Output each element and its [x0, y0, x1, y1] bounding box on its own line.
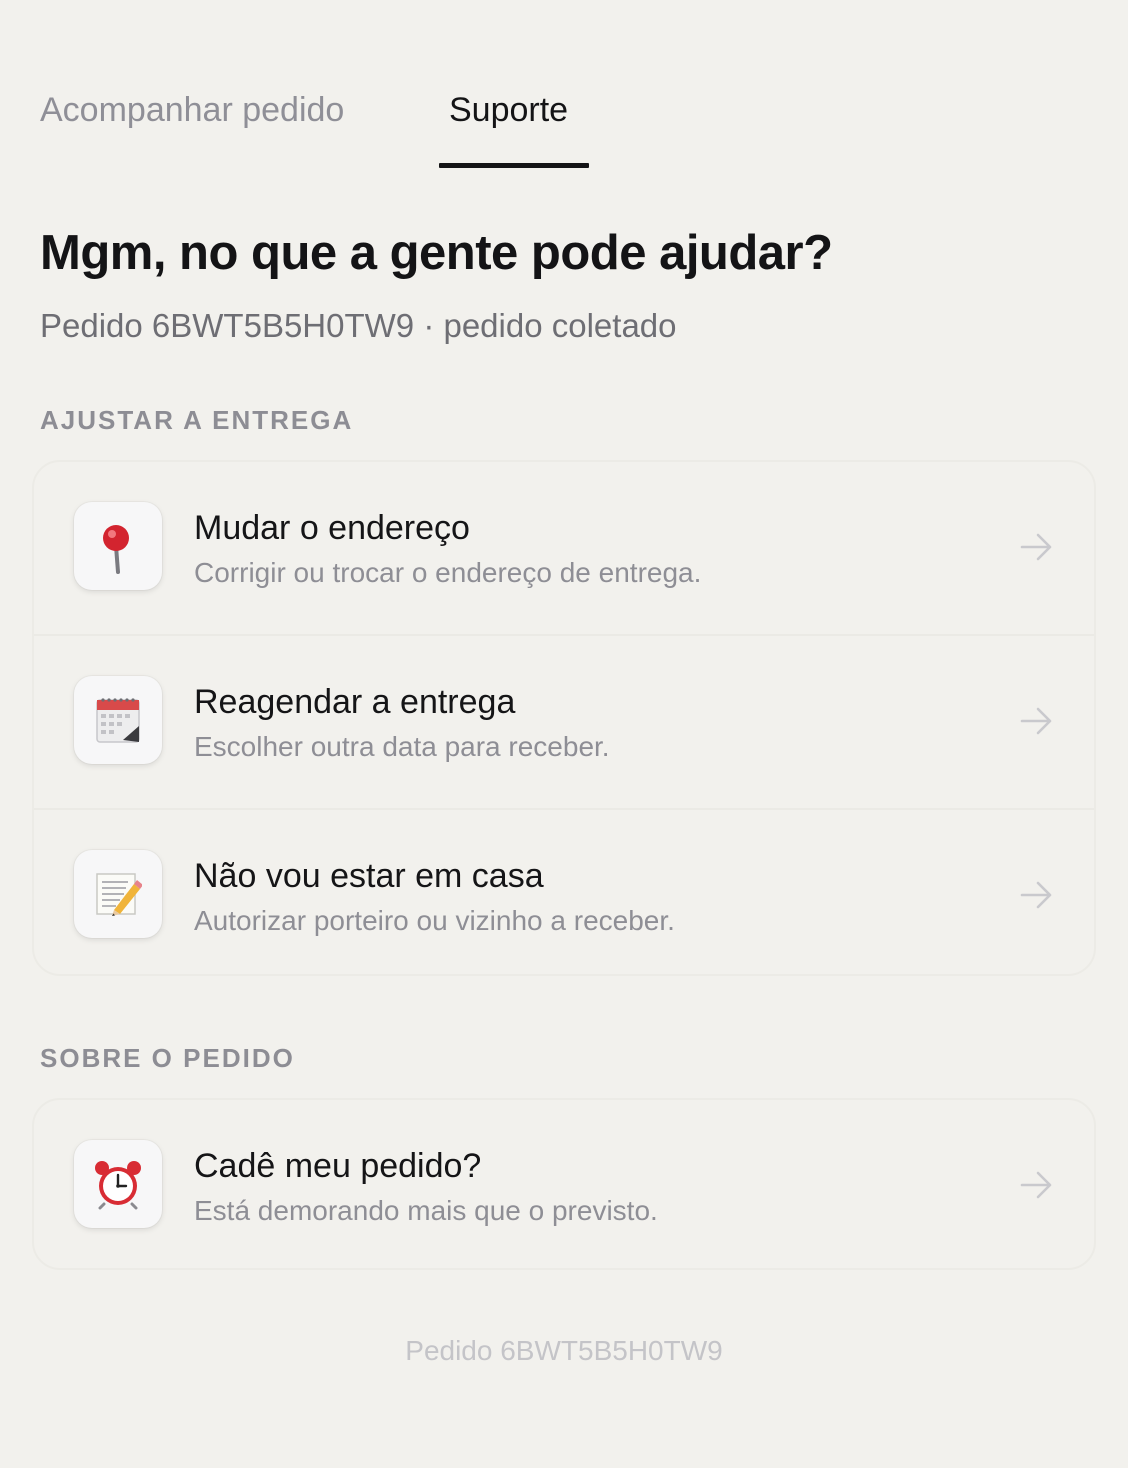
page-title: Mgm, no que a gente pode ajudar? [40, 226, 833, 280]
option-reschedule[interactable]: Reagendar a entrega Escolher outra data … [34, 634, 1094, 808]
order-status-subtitle: Pedido 6BWT5B5H0TW9 · pedido coletado [40, 307, 677, 344]
section-label-ajustar-entrega: AJUSTAR A ENTREGA [40, 405, 354, 435]
arrow-right-icon [1020, 707, 1052, 735]
delivery-options-card: Mudar o endereço Corrigir ou trocar o en… [32, 460, 1096, 976]
option-change-address[interactable]: Mudar o endereço Corrigir ou trocar o en… [34, 462, 1094, 634]
option-description: Autorizar porteiro ou vizinho a receber. [194, 905, 675, 936]
active-tab-indicator [439, 163, 589, 168]
pushpin-icon [74, 502, 162, 590]
option-title: Mudar o endereço [194, 509, 470, 547]
arrow-right-icon [1020, 1171, 1052, 1199]
footer-order-id: Pedido 6BWT5B5H0TW9 [405, 1335, 723, 1366]
option-description: Está demorando mais que o previsto. [194, 1195, 658, 1226]
tab-suporte[interactable]: Suporte [449, 88, 568, 132]
arrow-right-icon [1020, 881, 1052, 909]
option-description: Corrigir ou trocar o endereço de entrega… [194, 557, 702, 588]
option-not-home[interactable]: Não vou estar em casa Autorizar porteiro… [34, 808, 1094, 974]
order-options-card: Cadê meu pedido? Está demorando mais que… [32, 1098, 1096, 1270]
arrow-right-icon [1020, 533, 1052, 561]
calendar-icon [74, 676, 162, 764]
option-description: Escolher outra data para receber. [194, 731, 610, 762]
option-title: Não vou estar em casa [194, 857, 544, 895]
alarm-clock-icon [74, 1140, 162, 1228]
tab-acompanhar-pedido[interactable]: Acompanhar pedido [40, 88, 344, 132]
option-title: Cadê meu pedido? [194, 1147, 482, 1185]
option-where-is-order[interactable]: Cadê meu pedido? Está demorando mais que… [34, 1100, 1094, 1268]
option-title: Reagendar a entrega [194, 683, 516, 721]
tab-bar: Acompanhar pedido Suporte [0, 0, 1128, 170]
section-label-sobre-pedido: SOBRE O PEDIDO [40, 1043, 295, 1073]
memo-icon [74, 850, 162, 938]
